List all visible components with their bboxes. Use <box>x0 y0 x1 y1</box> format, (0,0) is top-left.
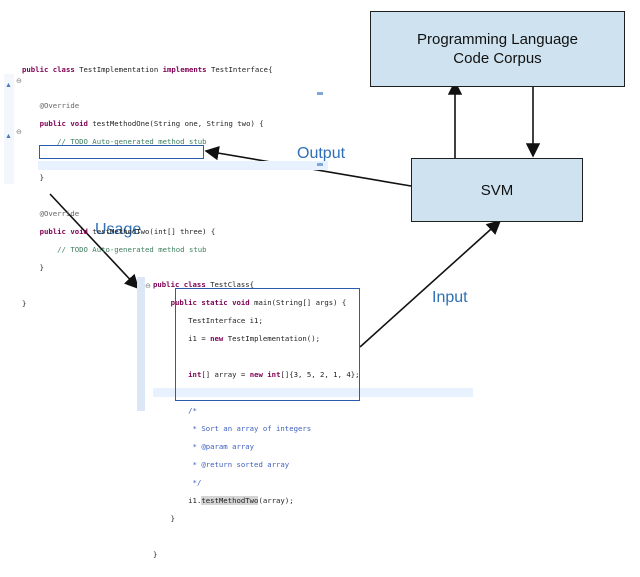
fold-marker-icon: ⊖ <box>16 78 22 85</box>
code-line: @Override <box>39 209 80 218</box>
code-line: public void testMethodOne(String one, St… <box>39 119 264 128</box>
code-line: // TODO Auto-generated method stub <box>57 245 207 254</box>
code-corpus-box: Programming Language Code Corpus <box>370 11 625 87</box>
bottom-editor-gutter <box>137 277 145 411</box>
top-editor-gutter <box>4 74 14 184</box>
code-line: public class TestImplementation implemen… <box>22 65 273 74</box>
code-corpus-line2: Code Corpus <box>453 50 542 67</box>
fold-marker-icon: ⊖ <box>145 283 151 290</box>
code-line: } <box>39 173 44 182</box>
override-marker-icon: ▲ <box>5 82 12 89</box>
code-line: * Sort an array of integers <box>188 424 312 433</box>
code-line: public void testMethodTwo(int[] three) { <box>39 227 216 236</box>
code-corpus-line1: Programming Language <box>417 31 578 48</box>
bottom-code-editor: ⊖ public class TestClass{ public static … <box>135 262 480 559</box>
overview-marker <box>317 163 323 166</box>
code-line: i1.testMethodTwo(array); <box>188 496 294 505</box>
input-highlight-box <box>175 288 360 401</box>
code-line: /* <box>188 406 197 415</box>
code-line: * @param array <box>188 442 255 451</box>
fold-marker-icon: ⊖ <box>16 129 22 136</box>
code-line: } <box>170 514 175 523</box>
overview-marker <box>317 92 323 95</box>
code-line: * @return sorted array <box>188 460 290 469</box>
code-line: } <box>153 550 158 559</box>
code-line: @Override <box>39 101 80 110</box>
override-marker-icon: ▲ <box>5 133 12 140</box>
code-line: */ <box>188 478 202 487</box>
svm-label: SVM <box>480 181 514 199</box>
svm-box: SVM <box>411 158 583 222</box>
top-code-editor: ⊖ ▲ ⊖ ▲ public class TestImplementation … <box>4 44 334 308</box>
output-highlight-box <box>39 145 204 159</box>
